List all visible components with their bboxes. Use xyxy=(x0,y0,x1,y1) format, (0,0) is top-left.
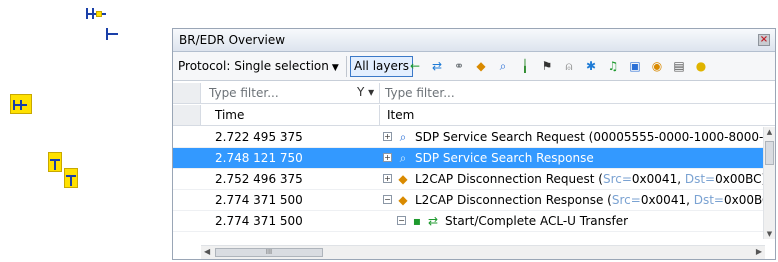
tree-connector-icon-1 xyxy=(86,8,108,20)
br-edr-overview-panel: BR/EDR Overview × Protocol: Single selec… xyxy=(172,28,776,260)
hat-icon: ◆ xyxy=(398,172,408,186)
column-header-time[interactable]: Time xyxy=(215,108,244,122)
flag-icon[interactable]: ⚑ xyxy=(540,59,554,73)
panel-titlebar: BR/EDR Overview × xyxy=(173,29,775,52)
row-gutter xyxy=(173,83,201,103)
back-arrow-icon[interactable]: ← xyxy=(408,59,422,73)
row-time: 2.722 495 375 xyxy=(215,130,303,144)
table-row[interactable]: 2.752 496 375 + ◆ L2CAP Disconnection Re… xyxy=(173,169,767,190)
scroll-right-icon[interactable]: ▶ xyxy=(756,247,762,256)
expand-icon[interactable]: + xyxy=(383,174,392,183)
row-item: L2CAP Disconnection Response (Src=0x0041… xyxy=(415,193,776,207)
filter-funnel-icon[interactable]: Y ▾ xyxy=(357,85,374,99)
music-note-icon[interactable]: ♫ xyxy=(606,59,620,73)
filter-row: Type filter... Y ▾ Type filter... xyxy=(173,83,775,104)
toolbar: Protocol: Single selection ▼ All layers ←… xyxy=(173,52,775,81)
row-time: 2.748 121 750 xyxy=(215,151,303,165)
row-item: Start/Complete ACL-U Transfer xyxy=(445,214,629,228)
time-filter-input[interactable]: Type filter... xyxy=(209,86,279,100)
mouse-icon[interactable]: ⍝ xyxy=(562,59,576,73)
scroll-left-icon[interactable]: ◀ xyxy=(204,247,210,256)
horizontal-scroll-thumb[interactable]: III xyxy=(215,248,323,257)
vertical-scroll-thumb[interactable] xyxy=(765,141,774,165)
table-row[interactable]: 2.774 371 500 − ▪ ⇄ Start/Complete ACL-U… xyxy=(173,211,765,232)
column-separator[interactable] xyxy=(379,105,380,125)
scroll-up-icon[interactable]: ▲ xyxy=(764,128,775,136)
dev-icon[interactable]: ▣ xyxy=(628,59,642,73)
column-separator xyxy=(379,83,380,103)
search-icon: ⌕ xyxy=(399,151,407,165)
table-row[interactable]: 2.774 371 500 − ◆ L2CAP Disconnection Re… xyxy=(173,190,775,211)
row-item: SDP Service Search Request (00005555-000… xyxy=(415,130,765,144)
expand-icon[interactable]: + xyxy=(383,132,392,141)
lock-icon: ▪ xyxy=(412,214,422,228)
search-icon[interactable]: ⌕ xyxy=(496,59,510,73)
row-item: L2CAP Disconnection Request (Src=0x0041,… xyxy=(415,172,767,186)
document-icon[interactable]: ▤ xyxy=(672,59,686,73)
panel-title: BR/EDR Overview xyxy=(179,33,286,47)
scroll-down-icon[interactable]: ▼ xyxy=(764,230,775,238)
protocol-selector-label: Protocol: Single selection xyxy=(178,59,329,73)
item-filter-input[interactable]: Type filter... xyxy=(385,86,455,100)
link-icon[interactable]: ⚭ xyxy=(452,59,466,73)
column-header-row: Time Item xyxy=(173,105,775,126)
protocol-selector[interactable]: Protocol: Single selection ▼ xyxy=(178,59,339,73)
bidirectional-arrow-icon[interactable]: ⇄ xyxy=(430,59,444,73)
horizontal-scrollbar[interactable]: ◀ III ▶ xyxy=(201,245,765,259)
transfer-arrow-icon: ⇄ xyxy=(427,214,439,228)
tree-connector-icon-4 xyxy=(48,152,64,174)
row-time: 2.774 371 500 xyxy=(215,214,303,228)
tree-connector-icon-5 xyxy=(64,168,80,190)
collapse-icon[interactable]: − xyxy=(397,216,406,225)
expand-icon[interactable]: + xyxy=(383,153,392,162)
hat-icon[interactable]: ◆ xyxy=(474,59,488,73)
row-item: SDP Service Search Response xyxy=(415,151,594,165)
vertical-scrollbar[interactable]: ▲ ▼ xyxy=(763,127,775,239)
row-time: 2.774 371 500 xyxy=(215,193,303,207)
tree-connector-icon-3 xyxy=(10,94,34,116)
all-layers-button[interactable]: All layers xyxy=(350,56,414,77)
column-header-item[interactable]: Item xyxy=(387,108,414,122)
toolbar-divider xyxy=(346,56,347,77)
row-gutter xyxy=(173,105,201,125)
bluetooth-icon[interactable]: ✱ xyxy=(584,59,598,73)
hat-icon: ◆ xyxy=(398,193,408,207)
pen-icon[interactable]: ╽ xyxy=(518,59,532,73)
table-row[interactable]: 2.748 121 750 + ⌕ SDP Service Search Res… xyxy=(173,148,765,169)
tree-connector-icon-2 xyxy=(106,28,120,40)
table-row[interactable]: 2.722 495 375 + ⌕ SDP Service Search Req… xyxy=(173,127,765,148)
globe-icon[interactable]: ◉ xyxy=(650,59,664,73)
coin-icon[interactable]: ● xyxy=(694,59,708,73)
chevron-down-icon: ▼ xyxy=(331,63,339,73)
collapse-icon[interactable]: − xyxy=(383,195,392,204)
search-icon: ⌕ xyxy=(399,130,407,144)
close-icon[interactable]: × xyxy=(758,34,770,46)
packet-list: 2.722 495 375 + ⌕ SDP Service Search Req… xyxy=(173,127,775,232)
row-time: 2.752 496 375 xyxy=(215,172,303,186)
